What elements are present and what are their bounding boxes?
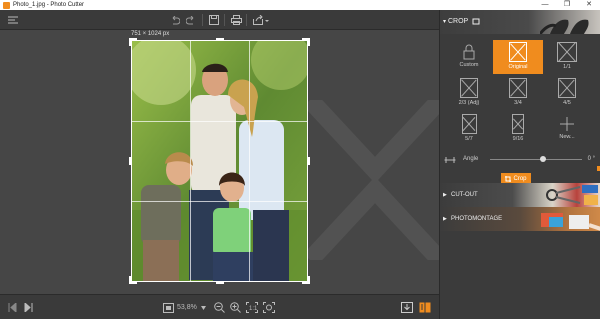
crop-handle-bottom[interactable]	[216, 282, 224, 284]
lock-icon	[463, 44, 475, 60]
preset-custom[interactable]: Custom	[444, 40, 494, 74]
next-icon[interactable]	[24, 301, 33, 314]
preset-2-3-adj[interactable]: 2/3 (Adj)	[444, 76, 494, 110]
crop-button-label: Crop	[513, 175, 527, 182]
preset-ratio-icon	[557, 42, 577, 62]
export-icon[interactable]	[401, 301, 413, 314]
preset-4-5[interactable]: 4/5	[542, 76, 592, 110]
photomontage-section-label: PHOTOMONTAGE	[451, 216, 503, 222]
preset-label: 4/5	[563, 100, 571, 106]
expand-arrow-icon: ▶	[443, 192, 447, 198]
preset-label: 2/3 (Adj)	[458, 100, 480, 106]
preset-label: 3/4	[514, 100, 522, 106]
fit-icon[interactable]	[163, 301, 174, 314]
menu-icon[interactable]	[6, 13, 20, 27]
actual-size-icon[interactable]: 1:1	[246, 301, 258, 314]
minimize-button[interactable]: —	[534, 0, 556, 10]
svg-text:1:1: 1:1	[249, 306, 258, 312]
photo-preview	[131, 40, 308, 282]
crop-title: CROP	[448, 18, 469, 25]
preset-ratio-icon	[558, 78, 576, 98]
save-icon[interactable]	[207, 13, 221, 27]
crop-handle-top-left[interactable]	[129, 38, 131, 46]
photomontage-illustration	[541, 213, 600, 231]
app-icon	[3, 1, 10, 9]
toolbar-separator	[246, 14, 247, 26]
zoom-value[interactable]: 53,8%	[177, 301, 197, 314]
expand-arrow-icon: ▶	[443, 216, 447, 222]
preset-3-4[interactable]: 3/4	[493, 76, 543, 110]
preset-ratio-icon	[460, 78, 478, 98]
editor-canvas[interactable]: 751 × 1024 px	[0, 30, 439, 294]
zoom-in-icon[interactable]	[230, 301, 241, 314]
crop-mode-icon	[472, 18, 480, 25]
crop-handle-right[interactable]	[308, 157, 310, 165]
preset-label: Original	[508, 64, 528, 70]
crop-handle-bottom-left[interactable]	[129, 276, 131, 284]
image-size-label: 751 × 1024 px	[131, 31, 170, 37]
title-bar: Photo_1.jpg - Photo Cutter — ❐ ✕	[0, 0, 600, 10]
angle-row: Angle 0 °	[444, 155, 599, 165]
zoom-dropdown-icon[interactable]	[201, 301, 206, 314]
preset-ratio-icon	[512, 114, 524, 134]
angle-slider[interactable]	[490, 156, 582, 162]
preset-label: New...	[559, 134, 575, 140]
print-icon[interactable]	[229, 13, 243, 27]
close-button[interactable]: ✕	[578, 0, 600, 10]
cutout-section-header[interactable]: ▶ CUT-OUT	[440, 183, 600, 207]
zoom-fit-icon[interactable]	[263, 301, 275, 314]
crop-handle-left[interactable]	[129, 157, 131, 165]
crop-handle-bottom-right[interactable]	[308, 276, 310, 284]
undo-icon[interactable]	[168, 13, 182, 27]
cutout-section-label: CUT-OUT	[451, 192, 478, 198]
prev-icon[interactable]	[8, 301, 17, 314]
crop-icon	[505, 175, 512, 182]
side-panel: ▾ CROP Custom Original 1/1 2/3 (Adj) 3/4	[439, 10, 600, 319]
preset-new[interactable]: New...	[542, 112, 592, 146]
preset-ratio-icon	[509, 78, 527, 98]
crop-section-header[interactable]: ▾ CROP	[440, 10, 600, 34]
watermark-logo	[303, 100, 439, 260]
preset-label: 5/7	[465, 136, 473, 142]
scissors-icon	[546, 185, 598, 205]
toolbar	[0, 10, 439, 30]
angle-icon	[444, 157, 456, 163]
zoom-out-icon[interactable]	[214, 301, 225, 314]
toolbar-separator	[202, 14, 203, 26]
angle-label: Angle	[463, 156, 479, 162]
preset-label: Custom	[459, 62, 479, 68]
maximize-button[interactable]: ❐	[556, 0, 578, 10]
preset-ratio-icon	[461, 114, 477, 134]
plus-icon	[560, 117, 574, 131]
angle-slider-knob[interactable]	[540, 156, 547, 162]
photomontage-section-header[interactable]: ▶ PHOTOMONTAGE	[440, 207, 600, 231]
crop-header-hands-icon	[540, 19, 589, 34]
crop-handle-top-right[interactable]	[308, 38, 310, 46]
preset-label: 1/1	[563, 64, 571, 70]
preset-9-16[interactable]: 9/16	[493, 112, 543, 146]
preset-ratio-icon	[509, 42, 527, 62]
redo-icon[interactable]	[184, 13, 198, 27]
preset-1-1[interactable]: 1/1	[542, 40, 592, 74]
bottom-bar: 53,8% 1:1	[0, 294, 439, 319]
crop-handle-top[interactable]	[216, 38, 224, 40]
compare-icon[interactable]	[419, 301, 431, 314]
toolbar-separator	[224, 14, 225, 26]
preset-label: 9/16	[512, 136, 524, 142]
collapse-arrow-icon: ▾	[443, 19, 447, 25]
share-icon[interactable]	[251, 13, 271, 27]
angle-value: 0 °	[587, 156, 595, 162]
preset-5-7[interactable]: 5/7	[444, 112, 494, 146]
preset-original[interactable]: Original	[493, 40, 543, 74]
window-title: Photo_1.jpg - Photo Cutter	[13, 2, 85, 8]
